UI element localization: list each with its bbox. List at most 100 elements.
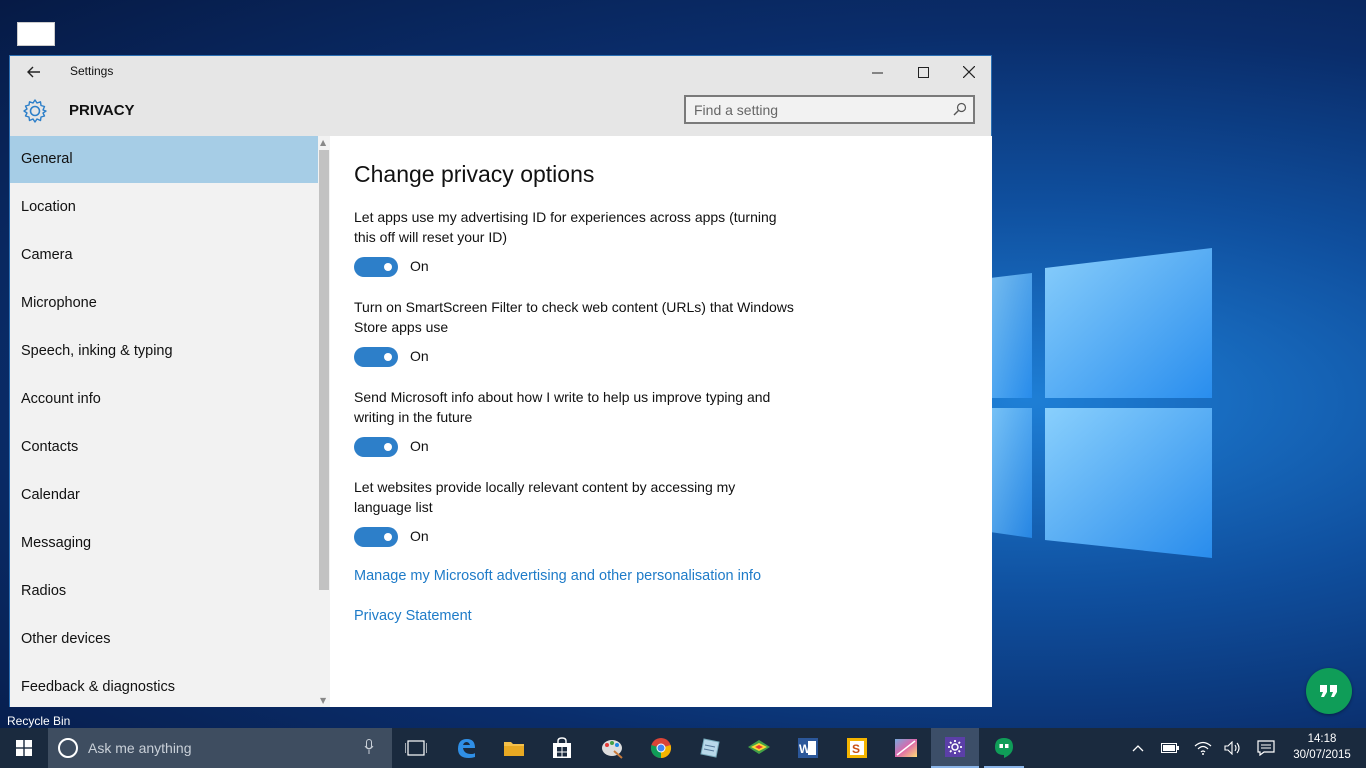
language-list-toggle-state: On [410,528,429,544]
taskbar: Ask me anything W S 14:18 30/07/2015 [0,728,1366,768]
battery-tray-button[interactable] [1159,728,1181,768]
paint-palette-icon [602,740,623,759]
close-button[interactable] [946,56,992,88]
task-view-icon [405,740,427,756]
hangouts-icon [995,738,1013,758]
layers-icon [748,740,770,754]
taskbar-clock[interactable]: 14:18 30/07/2015 [1282,731,1362,763]
slides-taskbar-button[interactable]: S [833,728,881,768]
sidebar-item-contacts[interactable]: Contacts [10,424,318,471]
sidebar-item-speech-inking-typing[interactable]: Speech, inking & typing [10,328,318,375]
typing-info-toggle-state: On [410,438,429,454]
language-list-description: Let websites provide locally relevant co… [354,479,736,515]
smartscreen-description: Turn on SmartScreen Filter to check web … [354,299,794,335]
privacy-statement-link[interactable]: Privacy Statement [354,608,472,624]
find-setting-box[interactable] [684,95,975,124]
scroll-thumb[interactable] [319,150,329,590]
back-arrow-icon [27,66,40,78]
cortana-search-placeholder: Ask me anything [88,740,192,756]
store-bag-icon [553,737,571,758]
photos-taskbar-button[interactable] [882,728,930,768]
scroll-down-arrow-icon[interactable]: ▼ [320,696,326,705]
cortana-search-box[interactable]: Ask me anything [48,728,392,768]
maximize-icon [917,66,929,78]
show-hidden-icons-button[interactable] [1128,728,1148,768]
search-icon[interactable] [953,102,967,116]
privacy-content-pane: Change privacy options Let apps use my a… [330,136,992,707]
toggle-knob [384,533,392,541]
windows-logo-wallpaper [990,248,1212,558]
notification-icon [1257,740,1275,756]
smartscreen-toggle[interactable] [354,347,398,367]
sidebar-item-general[interactable]: General [10,136,318,183]
wifi-tray-button[interactable] [1192,728,1214,768]
sidebar-scrollbar[interactable]: ▲ ▼ [318,136,330,707]
find-setting-input[interactable] [694,100,944,119]
sidebar-item-other-devices[interactable]: Other devices [10,616,318,663]
maximize-button[interactable] [900,56,946,88]
page-title: PRIVACY [69,102,135,119]
task-view-button[interactable] [392,728,440,768]
paint-taskbar-button[interactable] [588,728,636,768]
speaker-icon [1224,741,1240,755]
settings-taskbar-button[interactable] [931,728,979,768]
word-taskbar-button[interactable]: W [784,728,832,768]
title-bar: Settings [10,56,991,88]
sidebar-item-camera[interactable]: Camera [10,232,318,279]
sidebar-item-calendar[interactable]: Calendar [10,472,318,519]
gear-icon [23,99,47,123]
minimize-button[interactable] [854,56,900,88]
clock-time: 14:18 [1307,733,1337,745]
file-explorer-taskbar-button[interactable] [490,728,538,768]
start-button[interactable] [0,728,48,768]
chrome-icon [650,738,672,759]
action-center-button[interactable] [1254,728,1278,768]
word-icon: W [798,738,818,758]
cortana-icon [58,738,78,758]
sidebar-item-location[interactable]: Location [10,184,318,231]
clock-date: 30/07/2015 [1293,749,1351,761]
volume-tray-button[interactable] [1222,728,1244,768]
desktop-shortcut-icon[interactable] [17,22,55,46]
slides-icon: S [847,738,867,758]
microphone-icon[interactable] [364,739,374,755]
sidebar-item-messaging[interactable]: Messaging [10,520,318,567]
sidebar-item-account-info[interactable]: Account info [10,376,318,423]
settings-header: PRIVACY [10,88,991,136]
toggle-knob [384,263,392,271]
settings-gear-icon [945,737,965,757]
minimize-icon [871,72,883,73]
wifi-icon [1194,741,1212,755]
content-title: Change privacy options [354,161,595,187]
hangouts-taskbar-button[interactable] [980,728,1028,768]
recycle-bin-label[interactable]: Recycle Bin [7,714,70,728]
windows-start-icon [16,740,32,756]
battery-icon [1161,743,1179,753]
hangouts-chat-button[interactable] [1306,668,1352,714]
photos-icon [895,739,917,757]
back-button[interactable] [22,61,46,83]
store-taskbar-button[interactable] [538,728,586,768]
sidebar-item-feedback-diagnostics[interactable]: Feedback & diagnostics [10,664,318,707]
chevron-up-icon [1132,745,1144,752]
sidebar-item-microphone[interactable]: Microphone [10,280,318,327]
notepad-taskbar-button[interactable] [686,728,734,768]
close-icon [963,66,975,78]
typing-info-toggle[interactable] [354,437,398,457]
typing-info-description: Send Microsoft info about how I write to… [354,389,771,425]
scroll-up-arrow-icon[interactable]: ▲ [320,138,326,147]
sidebar-item-radios[interactable]: Radios [10,568,318,615]
edge-taskbar-button[interactable] [442,728,490,768]
svg-text:S: S [852,742,860,756]
chrome-taskbar-button[interactable] [637,728,685,768]
maps-taskbar-button[interactable] [735,728,783,768]
privacy-sidebar: General Location Camera Microphone Speec… [10,136,330,707]
advertising-id-toggle[interactable] [354,257,398,277]
toggle-knob [384,443,392,451]
toggle-knob [384,353,392,361]
advertising-id-toggle-state: On [410,258,429,274]
manage-advertising-link[interactable]: Manage my Microsoft advertising and othe… [354,568,761,584]
language-list-toggle[interactable] [354,527,398,547]
quote-icon [1320,685,1337,697]
settings-window: Settings PRIVACY General Location Camera… [9,55,992,707]
